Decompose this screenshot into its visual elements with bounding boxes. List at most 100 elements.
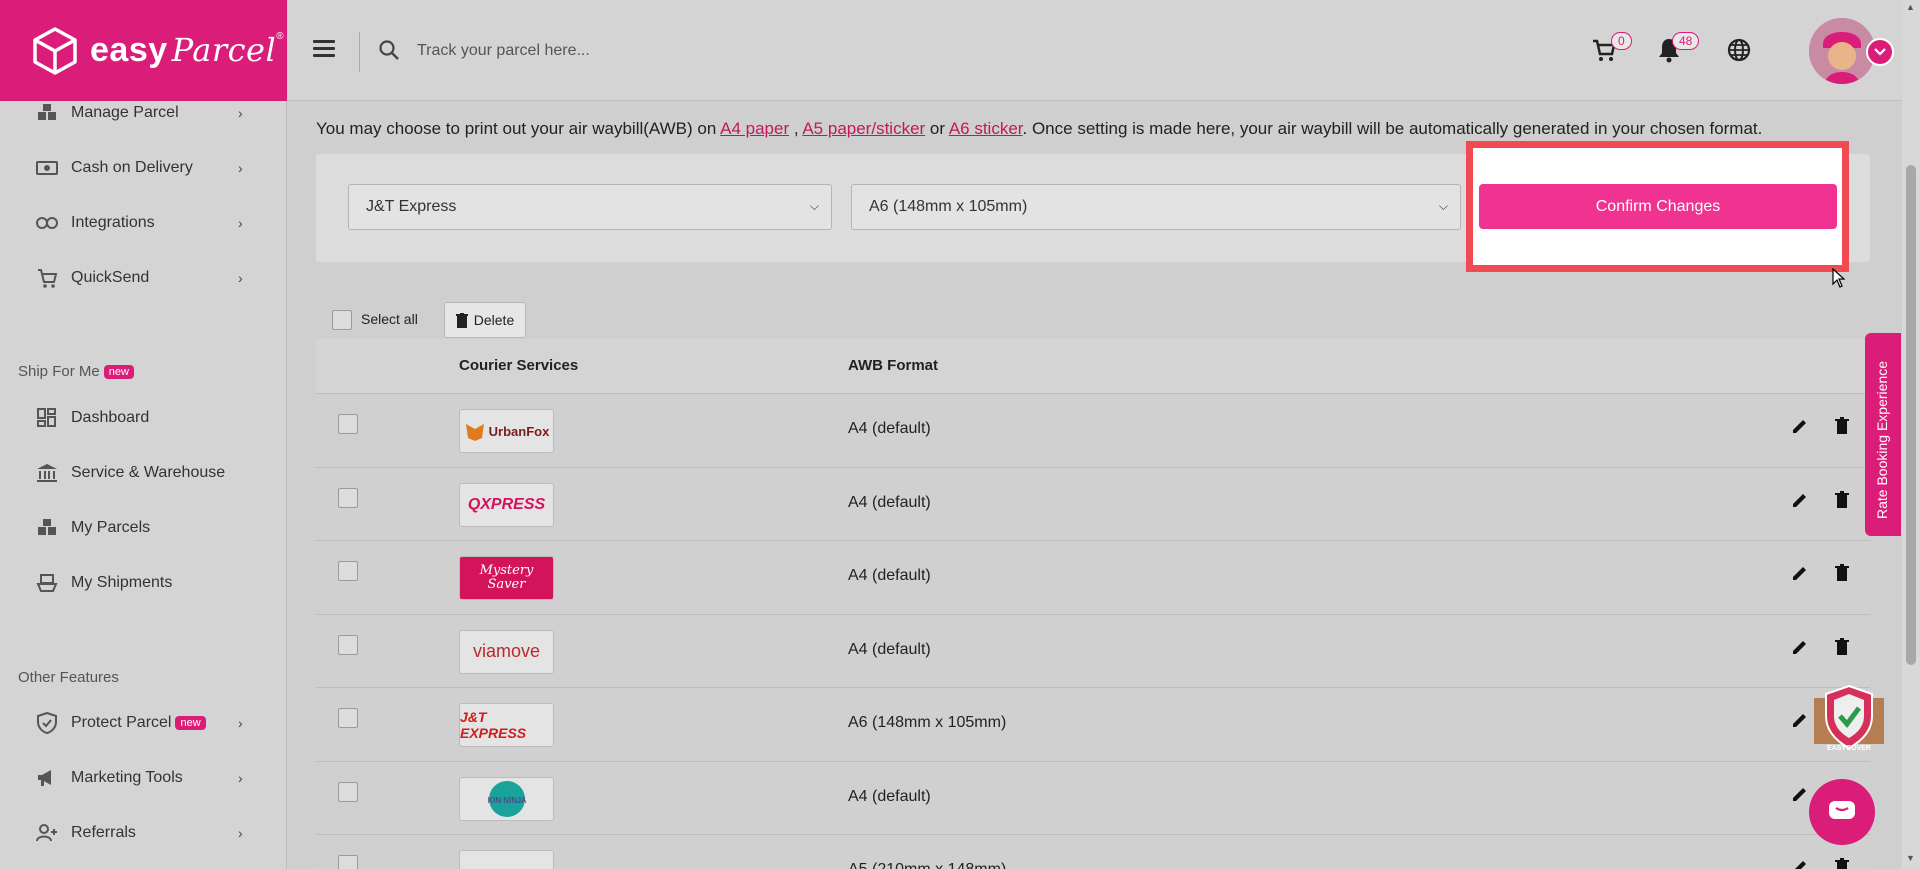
trash-icon[interactable] (1832, 637, 1852, 657)
a4-paper-link[interactable]: A4 paper (720, 119, 789, 138)
awb-format-value: A6 (148mm x 105mm) (848, 714, 1007, 731)
sidebar-item-integrations[interactable]: Integrations › (0, 203, 287, 243)
edit-icon[interactable] (1790, 637, 1810, 657)
easycover-badge[interactable]: EASYCOVER (1812, 684, 1886, 754)
edit-icon[interactable] (1790, 784, 1810, 804)
chevron-down-icon: ⌵ (1438, 199, 1448, 213)
sidebar-item-label: Referrals (71, 824, 136, 841)
globe-icon[interactable] (1725, 36, 1753, 64)
chevron-right-icon: › (238, 215, 243, 231)
sidebar-item-label: Cash on Delivery (71, 159, 193, 176)
sidebar-item-label: Marketing Tools (71, 769, 183, 786)
page-scrollbar[interactable]: ▲ ▼ (1902, 0, 1920, 869)
sidebar-item-cash-on-delivery[interactable]: Cash on Delivery › (0, 148, 287, 188)
trash-icon[interactable] (1832, 857, 1852, 869)
row-checkbox[interactable] (338, 855, 358, 869)
courier-logo-kin-ninja: KIN NINJA (459, 776, 554, 821)
shield-check-icon (36, 712, 58, 734)
scroll-up-arrow-icon[interactable]: ▲ (1906, 2, 1915, 12)
cube-logo-icon (33, 26, 77, 75)
section-ship-for-me: Ship For Me new (18, 363, 134, 380)
sidebar-item-dashboard[interactable]: Dashboard (0, 398, 287, 438)
row-checkbox[interactable] (338, 708, 358, 728)
user-plus-icon (36, 822, 58, 844)
mouse-cursor-icon (1832, 268, 1846, 288)
courier-select[interactable]: J&T Express ⌵ (348, 184, 832, 230)
a6-sticker-link[interactable]: A6 sticker (949, 119, 1023, 138)
chevron-right-icon: › (238, 160, 243, 176)
trash-icon[interactable] (1832, 490, 1852, 510)
a5-paper-link[interactable]: A5 paper/sticker (802, 119, 925, 138)
sidebar-item-protect-parcel[interactable]: Protect Parcel new › (0, 703, 287, 743)
edit-icon[interactable] (1790, 490, 1810, 510)
row-checkbox[interactable] (338, 781, 358, 802)
edit-icon[interactable] (1790, 857, 1810, 869)
trash-icon[interactable] (1832, 563, 1852, 583)
registered-mark: ® (276, 31, 284, 42)
courier-logo-qxpress: QXPRESS (459, 482, 554, 527)
awb-format-value: A4 (default) (848, 420, 931, 437)
sidebar: easy Parcel ® Manage Parcel › Cash on Del… (0, 0, 287, 869)
awb-format-value: A4 (default) (848, 493, 931, 511)
sidebar-item-label: Protect Parcel new (71, 714, 206, 732)
new-badge: new (175, 715, 206, 730)
header-divider (359, 32, 360, 72)
trash-icon[interactable] (1832, 416, 1852, 436)
track-parcel-input[interactable] (417, 34, 1017, 68)
edit-icon[interactable] (1790, 416, 1810, 436)
awb-format-value: A4 (default) (848, 787, 931, 805)
chat-button[interactable] (1809, 779, 1875, 845)
new-badge: new (103, 365, 134, 380)
chevron-right-icon: › (238, 270, 243, 286)
awb-format-value: A5 (210mm x 148mm) (848, 861, 1006, 869)
brand-name: easy Parcel (90, 31, 277, 69)
awb-format-select[interactable]: A6 (148mm x 105mm) ⌵ (851, 184, 1461, 230)
table-row: UrbanFox A4 (default) (316, 394, 1870, 468)
awb-format-value: A4 (default) (848, 640, 931, 658)
column-awb-format: AWB Format (848, 357, 938, 374)
boxes-icon (36, 102, 58, 124)
select-all-checkbox[interactable] (332, 310, 352, 330)
edit-icon[interactable] (1790, 710, 1810, 730)
sidebar-item-marketing-tools[interactable]: Marketing Tools › (0, 758, 287, 798)
courier-logo (459, 850, 554, 869)
table-row: Mystery Saver A4 (default) (316, 541, 1870, 615)
sidebar-item-label: QuickSend (71, 269, 150, 286)
section-other-features: Other Features (18, 669, 119, 686)
rate-booking-experience-tab[interactable]: Rate Booking Experience (1865, 333, 1901, 536)
sidebar-item-service-warehouse[interactable]: Service & Warehouse (0, 453, 287, 493)
edit-icon[interactable] (1790, 563, 1810, 583)
svg-text:KIN NINJA: KIN NINJA (487, 796, 526, 805)
scrollbar-thumb[interactable] (1906, 165, 1916, 665)
sidebar-item-my-shipments[interactable]: My Shipments (0, 563, 287, 603)
sidebar-item-quicksend[interactable]: QuickSend › (0, 258, 287, 298)
row-checkbox[interactable] (338, 634, 358, 655)
delete-button[interactable]: Delete (444, 302, 526, 338)
scroll-down-arrow-icon[interactable]: ▼ (1906, 853, 1915, 863)
chevron-down-icon[interactable] (1866, 38, 1894, 66)
svg-text:EASYCOVER: EASYCOVER (1827, 745, 1871, 752)
hamburger-menu-icon[interactable] (313, 40, 335, 58)
confirm-changes-button[interactable]: Confirm Changes (1479, 184, 1837, 229)
sidebar-item-label: Dashboard (71, 409, 150, 426)
row-checkbox[interactable] (338, 487, 358, 508)
table-row: J&T EXPRESS A6 (148mm x 105mm) (316, 688, 1870, 762)
brand-logo[interactable]: easy Parcel ® (0, 0, 287, 101)
courier-logo-mystery-saver: Mystery Saver (459, 556, 554, 600)
chat-bubble-icon (1829, 801, 1855, 819)
cart-count-badge: 0 (1611, 32, 1632, 50)
table-row: viamove A4 (default) (316, 614, 1870, 688)
chevron-right-icon: › (238, 770, 243, 786)
sidebar-item-referrals[interactable]: Referrals › (0, 813, 287, 853)
sidebar-item-manage-parcel[interactable]: Manage Parcel › (0, 93, 287, 133)
ship-icon (36, 572, 58, 594)
table-row: KIN NINJA A4 (default) (316, 761, 1870, 835)
cart-plus-icon (36, 267, 58, 289)
notification-count-badge: 48 (1672, 32, 1700, 50)
row-checkbox[interactable] (338, 561, 358, 581)
sidebar-item-my-parcels[interactable]: My Parcels (0, 508, 287, 548)
row-checkbox[interactable] (338, 414, 358, 434)
courier-logo-urbanfox: UrbanFox (459, 409, 554, 453)
courier-logo-jnt-express: J&T EXPRESS (459, 703, 554, 747)
chevron-right-icon: › (238, 105, 243, 121)
